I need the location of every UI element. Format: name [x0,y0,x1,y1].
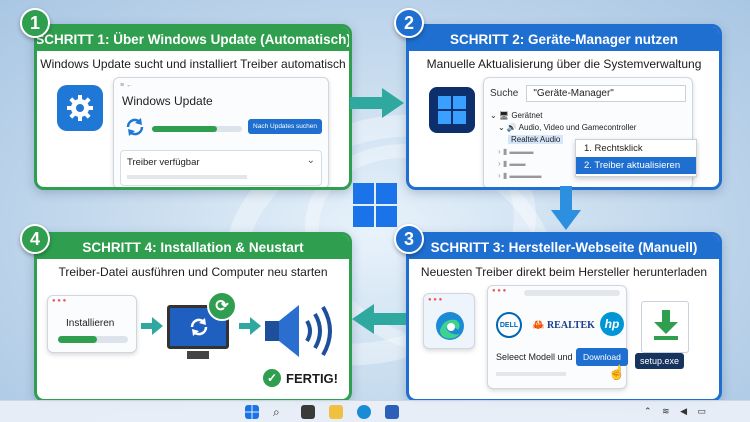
search-bar[interactable]: Suche "Geräte-Manager" [490,84,686,102]
chevron-down-icon: ⌄ [306,155,315,166]
step-3-card: SCHRITT 3: Hersteller-Webseite (Manuell)… [406,232,722,402]
refresh-icon [190,318,208,336]
step-2-card: SCHRITT 2: Geräte-Manager nutzen Manuell… [406,24,722,190]
windows-update-title: Windows Update [122,94,213,108]
step-3-title: SCHRITT 3: Hersteller-Webseite (Manuell) [409,235,719,259]
drivers-available-label: Treiber verfügbar [127,157,200,168]
dell-logo: DELL [496,312,522,338]
drivers-available-dropdown[interactable]: Treiber verfügbar ⌄ [120,150,322,186]
manufacturer-browser-window: ● ● ● DELL 🦀 REALTEK hp Seleect Modell u… [487,285,628,389]
update-progress-track [152,126,242,132]
step-1-card: SCHRITT 1: Über Windows Update (Automati… [34,24,352,190]
arrow-right-small-icon [141,317,163,335]
check-updates-button[interactable]: Nach Updates suchen [248,119,322,134]
window-dots: ● ● ● [428,297,443,303]
system-tray-icons[interactable]: ⌃ ≋ ◀ ▭ [644,406,710,417]
step-4-number: 4 [20,224,50,254]
arrow-right-icon [350,88,404,118]
step-4-card: SCHRITT 4: Installation & Neustart Treib… [34,232,352,402]
windows-start-icon [429,87,475,133]
edge-browser-icon-window: ● ● ● [423,293,475,349]
menu-item-right-click[interactable]: 1. Rechtsklick [576,140,696,157]
tree-category[interactable]: ⌄ 🔊 Audio, Video und Gamecontroller [490,122,636,134]
search-icon[interactable]: ⌕ [273,405,287,419]
placeholder-line [127,175,247,179]
hand-cursor-icon: ☝ [608,364,626,380]
window-dots: ● ● ● [52,298,67,304]
done-label: FERTIG! [286,370,338,386]
step-2-number: 2 [394,8,424,38]
monitor-stand [187,351,209,359]
edge-taskbar-icon[interactable] [357,404,371,419]
speaker-icon [265,305,332,357]
window-dots: ● ● ● [492,288,507,294]
address-bar[interactable] [524,290,620,296]
refresh-icon [126,118,144,136]
search-input[interactable]: "Geräte-Manager" [526,84,686,102]
step-4-subtitle: Treiber-Datei ausführen und Computer neu… [58,265,328,279]
setup-file-label: setup.exe [635,353,685,369]
settings-app-icon [57,85,103,131]
tree-root[interactable]: ⌄ 🖥 Gerätnet [490,110,636,122]
step-4-title: SCHRITT 4: Installation & Neustart [37,235,349,259]
restart-icon: ⟳ [207,291,237,321]
edge-icon [436,312,464,340]
step-3-subtitle: Neuesten Treiber direkt beim Hersteller … [420,265,708,279]
arrow-right-small-icon [239,317,261,335]
task-view-icon[interactable] [301,404,315,419]
step-2-subtitle: Manuelle Aktualisierung über die Systemv… [426,57,702,71]
file-icon [641,301,689,353]
download-arrow-icon [654,310,678,340]
file-explorer-icon[interactable] [329,404,343,419]
menu-item-update-driver[interactable]: 2. Treiber aktualisieren [576,157,696,174]
step-2-title: SCHRITT 2: Geräte-Manager nutzen [409,27,719,51]
search-label: Suche [490,87,519,99]
select-model-text: Seleect Modell und [496,352,573,362]
step-3-number: 3 [394,224,424,254]
checkmark-icon: ✓ [263,369,281,387]
taskbar: ⌕ ⌃ ≋ ◀ ▭ [0,400,750,422]
step-1-subtitle: Windows Update sucht und installiert Tre… [40,57,346,71]
context-menu: 1. Rechtsklick 2. Treiber aktualisieren [575,139,697,177]
arrow-left-icon [352,304,406,334]
store-icon[interactable] [385,404,399,419]
windows-logo-icon [353,183,397,227]
windows-update-window: ≡ ← Windows Update Nach Updates suchen T… [113,77,329,187]
arrow-down-icon [551,186,581,230]
install-label: Installieren [66,318,115,329]
gear-icon [67,95,93,121]
install-progress-track [58,336,128,343]
hp-logo: hp [600,312,624,336]
window-controls: ≡ ← [120,82,134,89]
start-button-icon[interactable] [245,404,259,419]
realtek-logo: 🦀 REALTEK [532,320,595,331]
step-1-title: SCHRITT 1: Über Windows Update (Automati… [37,27,349,51]
install-progress-fill [58,336,97,343]
done-indicator: ✓ FERTIG! [263,369,338,387]
step-1-number: 1 [20,8,50,38]
placeholder-line [496,372,566,376]
update-progress-fill [152,126,217,132]
installer-window: ● ● ● Installieren [47,295,137,353]
